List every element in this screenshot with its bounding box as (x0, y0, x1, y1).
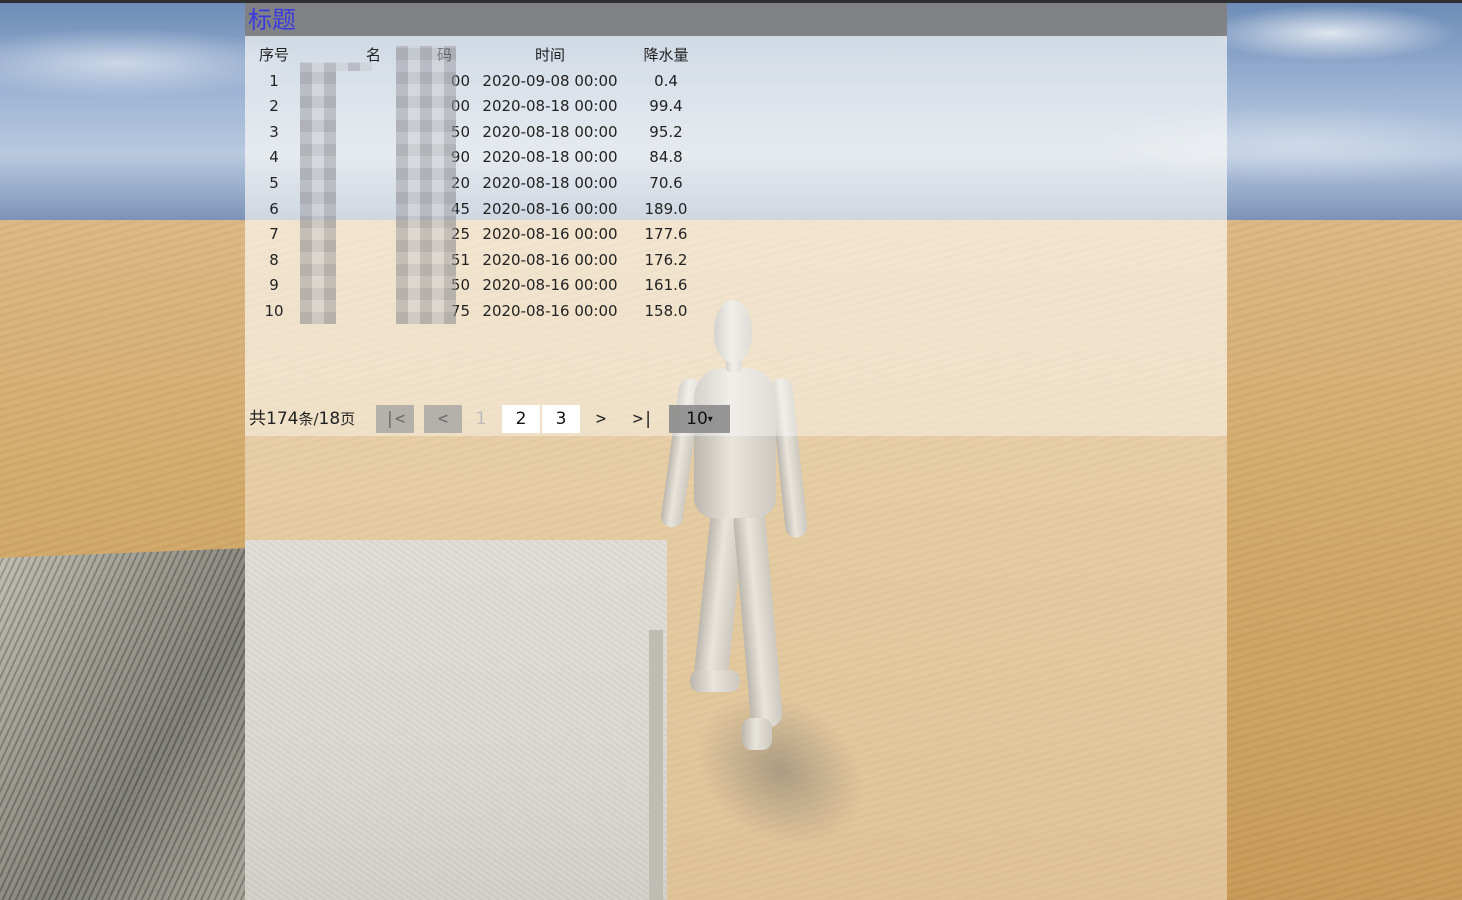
cell-time: 2020-08-18 00:00 (482, 173, 618, 192)
cell-rainfall: 158.0 (644, 301, 688, 320)
cell-time: 2020-08-16 00:00 (482, 301, 618, 320)
page-size-value: 10 (686, 409, 708, 429)
cell-index: 6 (269, 199, 279, 218)
cell-index: 3 (269, 122, 279, 141)
redaction-mosaic-code (396, 46, 456, 324)
total-mid: 条/ (298, 410, 319, 428)
chevron-down-icon: ▾ (707, 414, 713, 425)
next-page-button[interactable]: > (582, 405, 620, 433)
total-prefix: 共 (249, 409, 266, 429)
cell-time: 2020-08-18 00:00 (482, 148, 618, 167)
cell-rainfall: 176.2 (644, 250, 688, 269)
cell-rainfall: 99.4 (649, 97, 683, 116)
panel-title: 标题 (248, 6, 296, 34)
cell-index: 10 (264, 301, 284, 320)
cell-index: 7 (269, 225, 279, 244)
cell-time: 2020-08-16 00:00 (482, 225, 618, 244)
cell-time: 2020-08-18 00:00 (482, 122, 618, 141)
cell-rainfall: 189.0 (644, 199, 688, 218)
cell-index: 2 (269, 97, 279, 116)
cell-time: 2020-08-16 00:00 (482, 276, 618, 295)
cell-index: 1 (269, 71, 279, 90)
page-button-2[interactable]: 2 (502, 405, 540, 433)
cell-index: 8 (269, 250, 279, 269)
cell-index: 5 (269, 173, 279, 192)
cell-time: 2020-08-16 00:00 (482, 199, 618, 218)
cell-rainfall: 0.4 (654, 71, 678, 90)
stone-wall (0, 548, 250, 900)
total-suffix: 页 (340, 410, 356, 428)
header-rainfall[interactable]: 降水量 (630, 43, 702, 69)
total-count: 174 (266, 409, 299, 429)
cell-rainfall: 177.6 (644, 225, 688, 244)
header-index[interactable]: 序号 (250, 43, 298, 69)
total-info: 共174条/18页 (249, 405, 369, 433)
total-pages: 18 (318, 409, 341, 429)
page-size-select[interactable]: 10▾ (669, 405, 730, 433)
last-page-button[interactable]: >| (624, 405, 662, 433)
header-time[interactable]: 时间 (470, 43, 630, 69)
page-button-3[interactable]: 3 (542, 405, 580, 433)
cell-rainfall: 95.2 (649, 122, 683, 141)
cell-rainfall: 161.6 (644, 276, 688, 295)
cell-index: 9 (269, 276, 279, 295)
cell-time: 2020-09-08 00:00 (482, 71, 618, 90)
cell-rainfall: 70.6 (649, 173, 683, 192)
page-button-1[interactable]: 1 (462, 405, 500, 433)
cell-index: 4 (269, 148, 279, 167)
prev-page-button[interactable]: < (424, 405, 462, 433)
panel-title-bar[interactable]: 标题 (245, 3, 1227, 36)
first-page-button[interactable]: |< (376, 405, 414, 433)
cell-rainfall: 84.8 (649, 148, 683, 167)
cell-time: 2020-08-16 00:00 (482, 250, 618, 269)
cell-time: 2020-08-18 00:00 (482, 97, 618, 116)
